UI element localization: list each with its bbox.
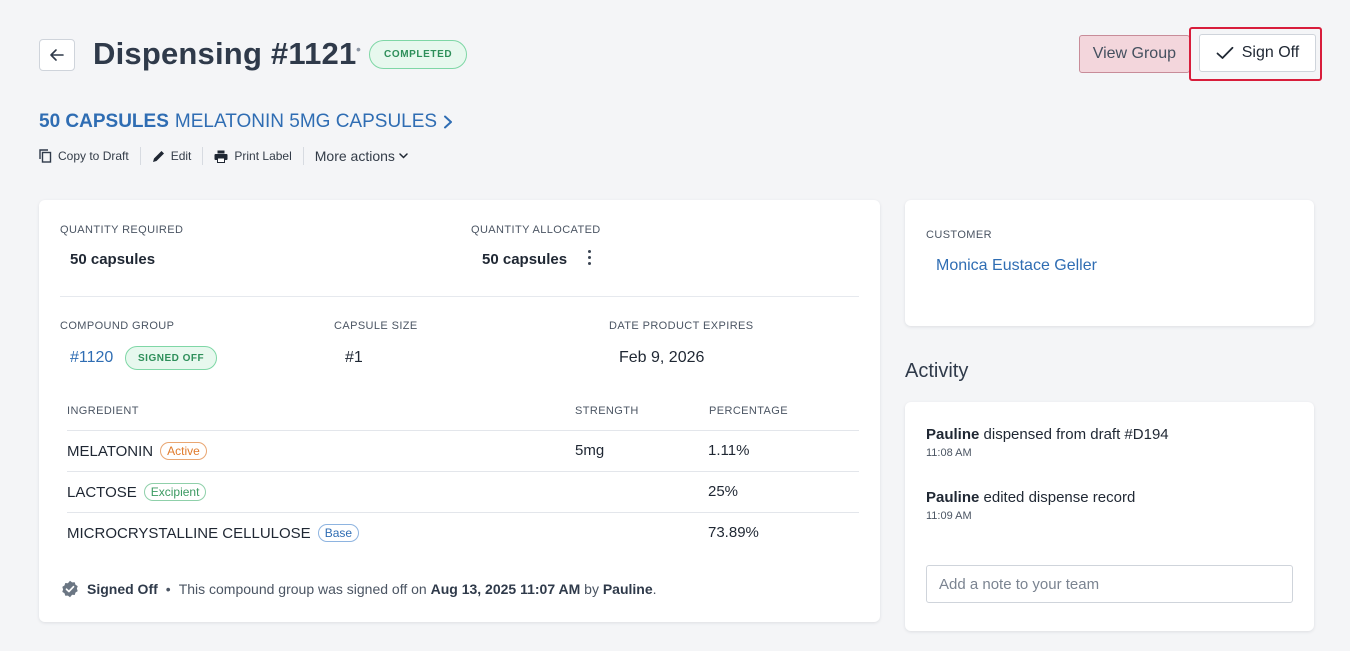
more-actions-label: More actions — [314, 148, 395, 164]
signoff-summary: Signed Off • This compound group was sig… — [61, 580, 657, 598]
chevron-down-icon — [399, 153, 408, 159]
more-options-icon[interactable] — [588, 250, 591, 265]
printer-icon — [214, 150, 228, 163]
back-button[interactable] — [39, 39, 75, 71]
customer-label: CUSTOMER — [926, 229, 992, 241]
ingredient-strength: 5mg — [575, 442, 605, 459]
activity-item: Pauline edited dispense record 11:09 AM — [926, 489, 1135, 522]
activity-message: dispensed from draft #D194 — [983, 426, 1169, 443]
status-badge: COMPLETED — [369, 40, 468, 69]
activity-message: edited dispense record — [983, 489, 1136, 506]
copy-to-draft-label: Copy to Draft — [58, 149, 129, 163]
activity-user: Pauline — [926, 426, 980, 443]
compound-group-status-badge: SIGNED OFF — [125, 346, 218, 370]
activity-time: 11:09 AM — [926, 510, 972, 522]
activity-text: Pauline edited dispense record — [926, 489, 1135, 506]
edit-label: Edit — [170, 149, 192, 163]
sign-off-label: Sign Off — [1241, 44, 1300, 61]
separator-dot: • — [165, 581, 171, 597]
column-header-strength: STRENGTH — [575, 405, 639, 417]
view-group-button[interactable]: View Group — [1078, 35, 1190, 73]
activity-user: Pauline — [926, 489, 980, 506]
quantity-allocated-value: 50 capsules — [482, 251, 568, 268]
copy-icon — [39, 149, 52, 163]
quantity-required-value: 50 capsules — [70, 251, 156, 268]
section-divider — [60, 296, 859, 297]
activity-item: Pauline dispensed from draft #D194 11:08… — [926, 426, 1169, 459]
ingredient-name: MELATONIN — [67, 442, 154, 460]
date-expires-label: DATE PRODUCT EXPIRES — [609, 320, 754, 332]
chevron-right-icon — [444, 115, 453, 129]
ingredient-name: MICROCRYSTALLINE CELLULOSE — [67, 524, 311, 542]
product-link[interactable]: 50 CAPSULES MELATONIN 5MG CAPSULES — [39, 111, 453, 133]
edit-action[interactable]: Edit — [141, 147, 204, 165]
dispense-details-card: QUANTITY REQUIRED 50 capsules QUANTITY A… — [39, 200, 880, 622]
capsule-size-label: CAPSULE SIZE — [334, 320, 418, 332]
copy-to-draft-action[interactable]: Copy to Draft — [39, 147, 141, 165]
sign-off-button[interactable]: Sign Off — [1199, 34, 1316, 72]
activity-time: 11:08 AM — [926, 447, 972, 459]
verified-badge-icon — [62, 580, 78, 598]
column-header-percentage: PERCENTAGE — [709, 405, 788, 417]
ingredient-role-tag: Excipient — [143, 483, 207, 501]
signoff-user: Pauline — [602, 581, 653, 597]
page-title: Dispensing #1121 — [93, 36, 357, 71]
ingredient-name-cell: MELATONIN Active — [67, 442, 207, 460]
pencil-icon — [152, 150, 164, 162]
customer-name-link[interactable]: Monica Eustace Geller — [936, 257, 1097, 275]
product-quantity: 50 CAPSULES — [39, 111, 169, 132]
separator-dot: • — [356, 41, 361, 57]
customer-card: CUSTOMER Monica Eustace Geller — [905, 200, 1314, 326]
team-note-input[interactable] — [926, 565, 1293, 603]
product-name: MELATONIN 5MG CAPSULES — [174, 111, 438, 132]
signoff-status: Signed Off — [87, 581, 158, 597]
ingredient-name-cell: MICROCRYSTALLINE CELLULOSE Base — [67, 524, 360, 542]
quantity-allocated-label: QUANTITY ALLOCATED — [471, 224, 601, 236]
column-header-ingredient: INGREDIENT — [67, 405, 139, 417]
print-label-label: Print Label — [234, 149, 292, 163]
ingredient-name-cell: LACTOSE Excipient — [67, 483, 207, 501]
quantity-required-label: QUANTITY REQUIRED — [60, 224, 184, 236]
ingredient-percentage: 25% — [708, 483, 739, 500]
table-row: LACTOSE Excipient 25% — [67, 471, 859, 512]
table-row: MICROCRYSTALLINE CELLULOSE Base 73.89% — [67, 512, 859, 553]
signoff-by: by — [584, 581, 599, 597]
date-expires-value: Feb 9, 2026 — [619, 349, 705, 366]
ingredient-percentage: 1.11% — [708, 442, 750, 459]
compound-group-label: COMPOUND GROUP — [60, 320, 175, 332]
signoff-period: . — [652, 581, 657, 597]
signoff-description: This compound group was signed off on Au… — [179, 581, 657, 597]
activity-card: Pauline dispensed from draft #D194 11:08… — [905, 402, 1314, 631]
ingredient-percentage: 73.89% — [708, 524, 759, 541]
ingredient-name: LACTOSE — [67, 483, 137, 501]
check-icon — [1216, 46, 1234, 59]
activity-text: Pauline dispensed from draft #D194 — [926, 426, 1169, 443]
page-header: Dispensing #1121 • COMPLETED View Group … — [39, 27, 1322, 81]
action-bar: Copy to Draft Edit Print Label More acti… — [39, 146, 419, 166]
arrow-left-icon — [50, 49, 64, 61]
table-row: MELATONIN Active 5mg 1.11% — [67, 430, 859, 471]
compound-group-link[interactable]: #1120 — [70, 349, 113, 367]
print-label-action[interactable]: Print Label — [203, 147, 304, 165]
signoff-datetime: Aug 13, 2025 11:07 AM — [430, 581, 581, 597]
capsule-size-value: #1 — [345, 349, 363, 366]
more-actions-dropdown[interactable]: More actions — [304, 147, 419, 165]
ingredient-role-tag: Active — [160, 442, 207, 460]
activity-title: Activity — [905, 360, 969, 382]
ingredient-role-tag: Base — [317, 524, 360, 542]
signoff-text: This compound group was signed off on — [178, 581, 427, 597]
